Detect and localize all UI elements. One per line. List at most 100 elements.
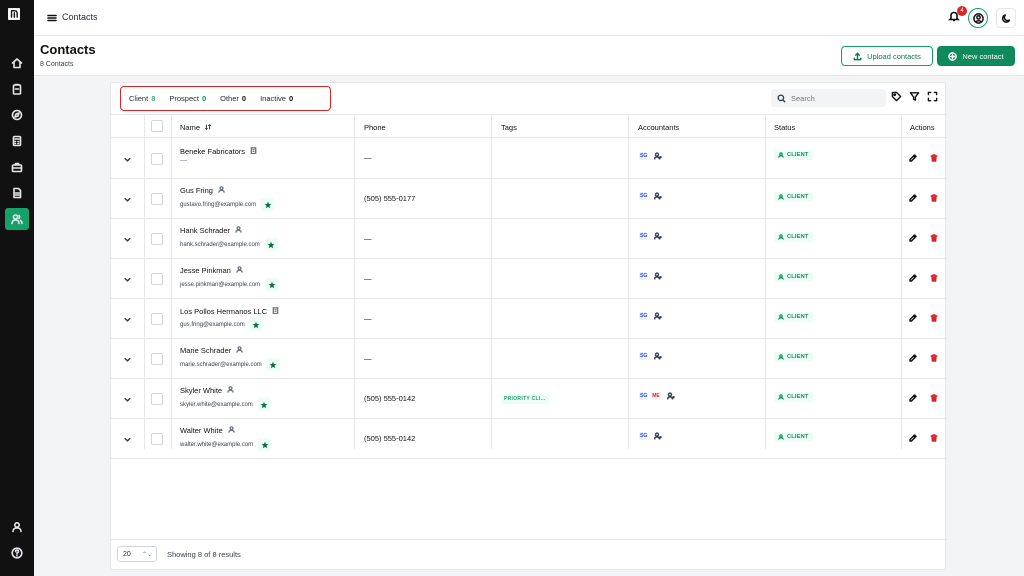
fullscreen-icon[interactable]: [927, 91, 939, 103]
contact-name[interactable]: Beneke Fabricators: [180, 147, 257, 156]
new-contact-button[interactable]: New contact: [937, 46, 1015, 66]
delete-icon[interactable]: [930, 154, 940, 164]
contact-name[interactable]: Marie Schrader: [180, 346, 244, 355]
search-icon: [777, 93, 786, 103]
edit-icon[interactable]: [909, 274, 919, 284]
add-accountant-icon[interactable]: [654, 312, 662, 320]
delete-icon[interactable]: [930, 234, 940, 244]
tag-icon[interactable]: [891, 91, 903, 103]
upload-icon: [853, 52, 862, 60]
add-accountant-icon[interactable]: [654, 432, 662, 440]
contact-name[interactable]: Walter White: [180, 426, 235, 435]
expand-row-icon[interactable]: [123, 355, 133, 365]
edit-icon[interactable]: [909, 314, 919, 324]
edit-icon[interactable]: [909, 354, 919, 364]
home-icon[interactable]: [5, 52, 29, 74]
star-icon[interactable]: [264, 238, 278, 251]
filter-prospect[interactable]: Prospect 0: [169, 94, 206, 103]
expand-row-icon[interactable]: [123, 275, 133, 285]
row-checkbox[interactable]: [151, 433, 163, 445]
star-icon[interactable]: [265, 278, 279, 291]
table-footer: 20 ⌃⌄ Showing 8 of 8 results: [111, 539, 947, 570]
expand-row-icon[interactable]: [123, 435, 133, 445]
user-avatar-icon[interactable]: [968, 8, 988, 28]
table-row[interactable]: Beneke Fabricators — — SG CLIENT: [111, 139, 947, 179]
table-header: Name Phone Tags Accountants Status Actio…: [111, 114, 947, 138]
contact-phone: —: [364, 314, 372, 323]
row-checkbox[interactable]: [151, 353, 163, 365]
delete-icon[interactable]: [930, 194, 940, 204]
contact-email: walter.white@example.com: [180, 441, 254, 448]
page-size-select[interactable]: 20 ⌃⌄: [117, 546, 157, 562]
expand-row-icon[interactable]: [123, 235, 133, 245]
sort-icon: [204, 123, 212, 131]
person-icon: [227, 426, 235, 435]
person-icon: [778, 274, 784, 280]
upload-contacts-button[interactable]: Upload contacts: [841, 46, 933, 66]
app-logo[interactable]: [7, 7, 25, 25]
expand-row-icon[interactable]: [123, 315, 133, 325]
expand-row-icon[interactable]: [123, 195, 133, 205]
contacts-icon[interactable]: [5, 208, 29, 230]
table-row[interactable]: Los Pollos Hermanos LLC gus.fring@example…: [111, 299, 947, 339]
delete-icon[interactable]: [930, 394, 940, 404]
delete-icon[interactable]: [930, 314, 940, 324]
table-row[interactable]: Hank Schrader hank.schrader@example.com — S…: [111, 219, 947, 259]
profile-icon[interactable]: [5, 517, 29, 537]
contact-name[interactable]: Los Pollos Hermanos LLC: [180, 307, 279, 316]
star-icon[interactable]: [257, 398, 271, 411]
add-accountant-icon[interactable]: [654, 232, 662, 240]
table-row[interactable]: Jesse Pinkman jesse.pinkman@example.com — S…: [111, 259, 947, 299]
edit-icon[interactable]: [909, 394, 919, 404]
add-accountant-icon[interactable]: [654, 192, 662, 200]
moon-icon[interactable]: [996, 8, 1016, 28]
calculator-icon[interactable]: [5, 130, 29, 152]
contact-name[interactable]: Jesse Pinkman: [180, 266, 243, 275]
add-accountant-icon[interactable]: [666, 392, 675, 400]
edit-icon[interactable]: [909, 154, 919, 164]
clipboard-icon[interactable]: [5, 78, 29, 100]
delete-icon[interactable]: [930, 354, 940, 364]
star-icon[interactable]: [249, 318, 263, 331]
column-name[interactable]: Name: [180, 115, 212, 139]
briefcase-icon[interactable]: [5, 156, 29, 178]
select-all-checkbox[interactable]: [151, 120, 163, 132]
row-checkbox[interactable]: [151, 393, 163, 405]
filter-other[interactable]: Other 0: [220, 94, 246, 103]
filter-client[interactable]: Client 8: [129, 94, 155, 103]
help-icon[interactable]: [5, 543, 29, 563]
expand-row-icon[interactable]: [123, 155, 133, 165]
filter-inactive[interactable]: Inactive 0: [260, 94, 293, 103]
contact-email-row: marie.schrader@example.com: [180, 358, 280, 371]
row-checkbox[interactable]: [151, 193, 163, 205]
table-row[interactable]: Gus Fring gustavo.fring@example.com (505) …: [111, 179, 947, 219]
row-checkbox[interactable]: [151, 273, 163, 285]
document-icon[interactable]: [5, 182, 29, 204]
table-row[interactable]: Walter White walter.white@example.com (505…: [111, 419, 947, 459]
edit-icon[interactable]: [909, 434, 919, 444]
table-row[interactable]: Marie Schrader marie.schrader@example.com…: [111, 339, 947, 379]
contact-name[interactable]: Hank Schrader: [180, 226, 242, 235]
table-row[interactable]: Skyler White skyler.white@example.com (505…: [111, 379, 947, 419]
status-badge: CLIENT: [774, 312, 813, 322]
row-checkbox[interactable]: [151, 313, 163, 325]
row-checkbox[interactable]: [151, 153, 163, 165]
edit-icon[interactable]: [909, 234, 919, 244]
contact-name[interactable]: Skyler White: [180, 386, 234, 395]
filter-icon[interactable]: [909, 91, 921, 103]
star-icon[interactable]: [261, 198, 275, 211]
compass-icon[interactable]: [5, 104, 29, 126]
expand-row-icon[interactable]: [123, 395, 133, 405]
star-icon[interactable]: [258, 438, 272, 451]
edit-icon[interactable]: [909, 194, 919, 204]
row-checkbox[interactable]: [151, 233, 163, 245]
delete-icon[interactable]: [930, 274, 940, 284]
add-accountant-icon[interactable]: [654, 152, 662, 160]
star-icon[interactable]: [266, 358, 280, 371]
add-accountant-icon[interactable]: [654, 352, 662, 360]
contact-name[interactable]: Gus Fring: [180, 186, 225, 195]
delete-icon[interactable]: [930, 434, 940, 444]
search-input[interactable]: [791, 93, 881, 103]
add-accountant-icon[interactable]: [654, 272, 662, 280]
menu-icon[interactable]: [46, 12, 58, 24]
